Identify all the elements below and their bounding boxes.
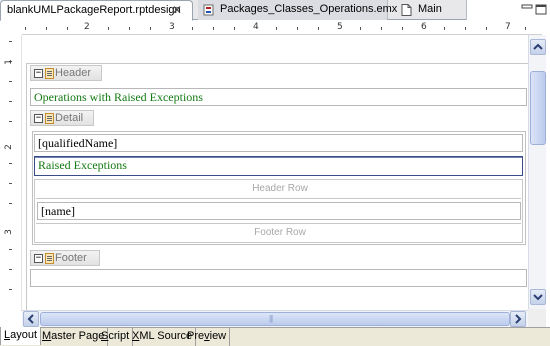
report-canvas[interactable]: − Header Operations with Raised Exceptio… <box>22 35 528 325</box>
chevron-down-icon <box>533 294 543 301</box>
tab-label: Pre <box>187 330 205 342</box>
minimize-icon[interactable] <box>521 4 533 15</box>
header-section-tag[interactable]: − Header <box>30 65 102 81</box>
collapse-icon[interactable]: − <box>34 114 43 123</box>
scroll-left-button[interactable] <box>23 311 39 327</box>
section-icon <box>45 68 54 79</box>
section-icon <box>45 113 54 124</box>
section-label: Detail <box>55 112 84 124</box>
ruler-label: 5 <box>337 22 343 32</box>
scroll-up-button[interactable] <box>530 39 546 55</box>
ruler-label: 6 <box>421 22 427 32</box>
tab-label: Packages_Classes_Operations.emx <box>220 3 398 15</box>
scrollbar-corner <box>528 309 546 327</box>
scroll-right-button[interactable] <box>510 311 526 327</box>
chevron-left-icon <box>27 314 34 324</box>
tab-main[interactable]: Main <box>396 0 466 20</box>
footer-section-tag[interactable]: − Footer <box>30 250 100 266</box>
name-field[interactable]: [name] <box>37 202 521 220</box>
tab-label: iew <box>209 330 227 342</box>
tab-layout[interactable]: Layout <box>0 327 42 345</box>
detail-section-tag[interactable]: − Detail <box>30 110 94 126</box>
tab-report-design[interactable]: blankUMLPackageReport.rptdesign ✕ <box>0 0 193 21</box>
vertical-ruler: 1 2 3 <box>0 35 22 311</box>
scroll-down-button[interactable] <box>530 289 546 305</box>
tab-label: Main <box>418 3 442 15</box>
tab-label: ayout <box>10 329 38 341</box>
raised-exceptions-label[interactable]: Raised Exceptions <box>34 156 523 176</box>
editor-page-tabs: Layout Master Page Script XML Source Pre… <box>0 327 550 346</box>
grip-icon: ||| <box>269 314 273 323</box>
uml-model-icon <box>203 4 214 16</box>
ruler-label: 3 <box>169 22 175 32</box>
tab-label: aster Page <box>51 330 105 342</box>
maximize-icon[interactable] <box>535 4 547 15</box>
horizontal-scroll-thumb[interactable]: ||| <box>40 312 510 326</box>
ruler-label: 1 <box>3 59 14 65</box>
chevron-right-icon <box>515 314 522 324</box>
ruler-label: 2 <box>3 144 14 150</box>
qualified-name-field[interactable]: [qualifiedName] <box>34 134 523 152</box>
footer-cell[interactable] <box>30 269 527 287</box>
section-icon <box>45 253 54 264</box>
tab-bar-spacer <box>466 0 550 20</box>
collapse-icon[interactable]: − <box>34 254 43 263</box>
collapse-icon[interactable]: − <box>34 69 43 78</box>
ruler-label: 2 <box>84 22 90 32</box>
editor-tab-bar: blankUMLPackageReport.rptdesign ✕ Packag… <box>0 0 550 21</box>
section-label: Header <box>55 67 92 79</box>
chevron-up-icon <box>533 43 543 50</box>
tab-label: blankUMLPackageReport.rptdesign <box>7 4 181 16</box>
ruler-label: 4 <box>253 22 259 32</box>
ruler-label: 3 <box>3 229 14 235</box>
vertical-scrollbar[interactable] <box>528 35 546 309</box>
tab-uml-model[interactable]: Packages_Classes_Operations.emx <box>198 0 397 20</box>
tab-mnemonic: M <box>42 330 52 342</box>
tab-label: cript <box>108 330 130 342</box>
table-header-row[interactable]: Header Row <box>36 180 521 199</box>
tab-script[interactable]: Script <box>98 328 134 346</box>
tab-preview[interactable]: Preview <box>184 328 231 346</box>
section-label: Footer <box>55 252 87 264</box>
horizontal-ruler: 2 3 4 5 6 7 <box>22 21 542 35</box>
document-icon <box>401 4 412 16</box>
ruler-label: 7 <box>505 22 511 32</box>
vertical-scroll-thumb[interactable] <box>530 71 546 145</box>
close-icon[interactable]: ✕ <box>172 1 182 20</box>
table-footer-row[interactable]: Footer Row <box>36 223 521 242</box>
horizontal-scrollbar[interactable]: ||| <box>22 310 528 327</box>
header-text-cell[interactable]: Operations with Raised Exceptions <box>30 88 527 106</box>
